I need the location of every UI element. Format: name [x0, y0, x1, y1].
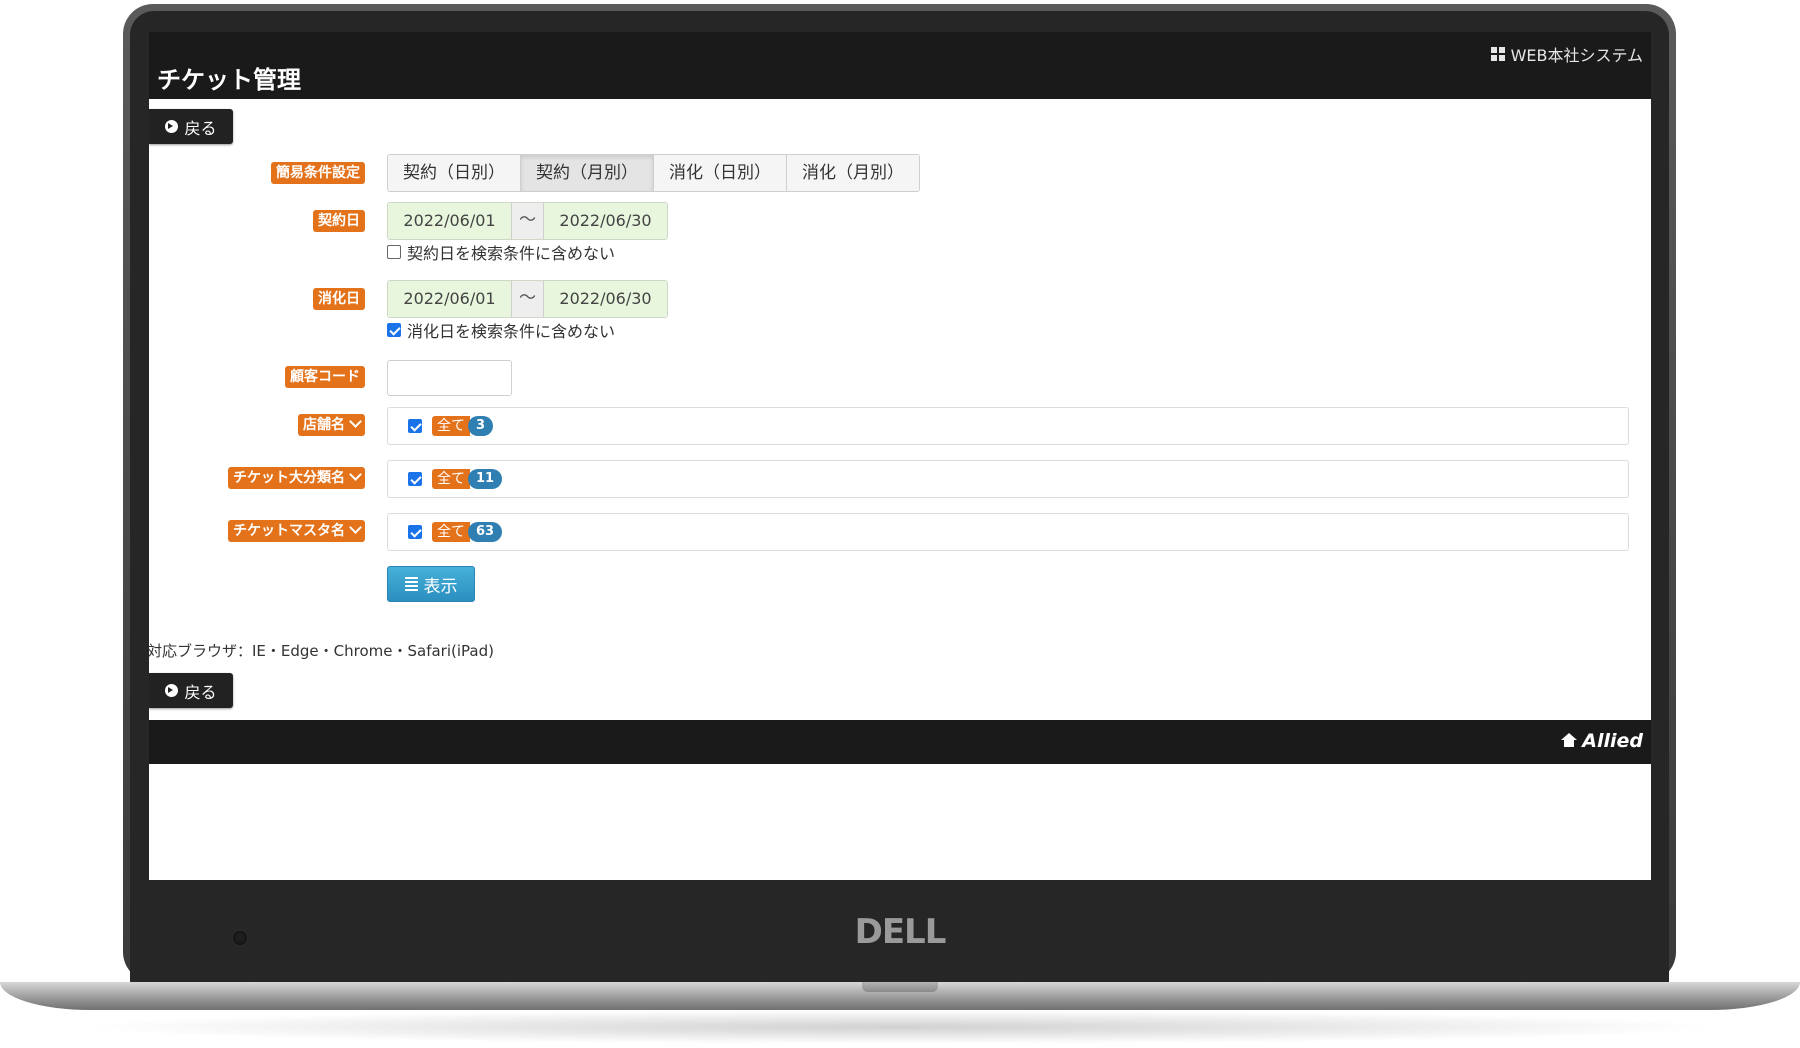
quick-filter-option-contract-daily[interactable]: 契約（日別）: [388, 155, 521, 191]
contract-date-exclude-checkbox[interactable]: [387, 245, 401, 259]
contract-date-from-input[interactable]: 2022/06/01: [388, 203, 511, 239]
consume-date-exclude-checkbox[interactable]: [387, 323, 401, 337]
supported-browsers-note: 対応ブラウザ：IE・Edge・Chrome・Safari(iPad): [149, 642, 494, 660]
screen: チケット管理 WEB本社システム 戻る 簡易条件設定 契約（日別） 契約（月別）…: [149, 32, 1651, 880]
contract-date-exclude[interactable]: 契約日を検索条件に含めない: [387, 240, 615, 264]
store-select-box[interactable]: 全て 3: [387, 407, 1629, 445]
customer-code-input[interactable]: [387, 360, 512, 396]
ticket-category-all-checkbox[interactable]: [408, 472, 422, 486]
store-all-checkbox[interactable]: [408, 419, 422, 433]
consume-date-exclude[interactable]: 消化日を検索条件に含めない: [387, 318, 615, 342]
consume-date-from-input[interactable]: 2022/06/01: [388, 281, 511, 317]
show-button-label: 表示: [423, 576, 458, 597]
consume-date-exclude-label: 消化日を検索条件に含めない: [407, 322, 616, 341]
contract-date-range: 2022/06/01 ～ 2022/06/30: [387, 202, 668, 240]
home-icon: [1561, 732, 1578, 748]
page-title: チケット管理: [157, 66, 301, 94]
ticket-category-label-text: チケット大分類名: [233, 470, 345, 486]
back-button-bottom[interactable]: 戻る: [149, 673, 233, 708]
back-label: 戻る: [184, 118, 217, 138]
consume-date-label: 消化日: [313, 288, 365, 310]
list-icon: [404, 577, 418, 591]
contract-date-to-input[interactable]: 2022/06/30: [544, 203, 667, 239]
consume-date-to-input[interactable]: 2022/06/30: [544, 281, 667, 317]
footer-brand-label: Allied: [1582, 730, 1643, 752]
system-link[interactable]: WEB本社システム: [1490, 42, 1643, 66]
ticket-master-count-badge: 63: [468, 522, 503, 542]
laptop-base-notch: [862, 982, 938, 992]
ticket-master-all-tag: 全て: [432, 522, 470, 542]
circle-arrow-icon: [165, 120, 179, 133]
header-bar: チケット管理 WEB本社システム: [149, 32, 1651, 99]
store-count-badge: 3: [468, 416, 494, 436]
laptop-shadow: [70, 1010, 1730, 1044]
ticket-category-count-badge: 11: [468, 469, 503, 489]
device-brand-logo: DELL: [854, 912, 947, 952]
quick-filter-option-contract-monthly[interactable]: 契約（月別）: [521, 155, 654, 191]
consume-date-separator: ～: [511, 281, 544, 317]
ticket-category-select-box[interactable]: 全て 11: [387, 460, 1629, 498]
store-all-tag: 全て: [432, 416, 470, 436]
store-dropdown-label[interactable]: 店舗名: [298, 414, 365, 436]
back-label: 戻る: [184, 682, 217, 702]
show-button[interactable]: 表示: [387, 566, 475, 602]
consume-date-range: 2022/06/01 ～ 2022/06/30: [387, 280, 668, 318]
store-label-text: 店舗名: [303, 417, 345, 433]
circle-arrow-icon: [165, 684, 179, 697]
contract-date-label: 契約日: [313, 210, 365, 232]
ticket-category-dropdown-label[interactable]: チケット大分類名: [228, 467, 365, 489]
quick-filter-group: 契約（日別） 契約（月別） 消化（日別） 消化（月別）: [387, 154, 920, 192]
grid-icon: [1490, 47, 1505, 61]
back-button-top[interactable]: 戻る: [149, 109, 233, 144]
system-link-label: WEB本社システム: [1510, 46, 1643, 65]
footer-home-link[interactable]: Allied: [1561, 730, 1643, 752]
ticket-master-dropdown-label[interactable]: チケットマスタ名: [228, 520, 365, 542]
quick-filter-label: 簡易条件設定: [271, 162, 365, 184]
quick-filter-option-consume-daily[interactable]: 消化（日別）: [654, 155, 787, 191]
ticket-category-all-tag: 全て: [432, 469, 470, 489]
quick-filter-option-consume-monthly[interactable]: 消化（月別）: [787, 155, 919, 191]
customer-code-label: 顧客コード: [285, 366, 365, 388]
ticket-master-label-text: チケットマスタ名: [233, 523, 345, 539]
contract-date-separator: ～: [511, 203, 544, 239]
footer-bar: Allied: [149, 720, 1651, 764]
contract-date-exclude-label: 契約日を検索条件に含めない: [407, 244, 616, 263]
ticket-master-all-checkbox[interactable]: [408, 525, 422, 539]
ticket-master-select-box[interactable]: 全て 63: [387, 513, 1629, 551]
